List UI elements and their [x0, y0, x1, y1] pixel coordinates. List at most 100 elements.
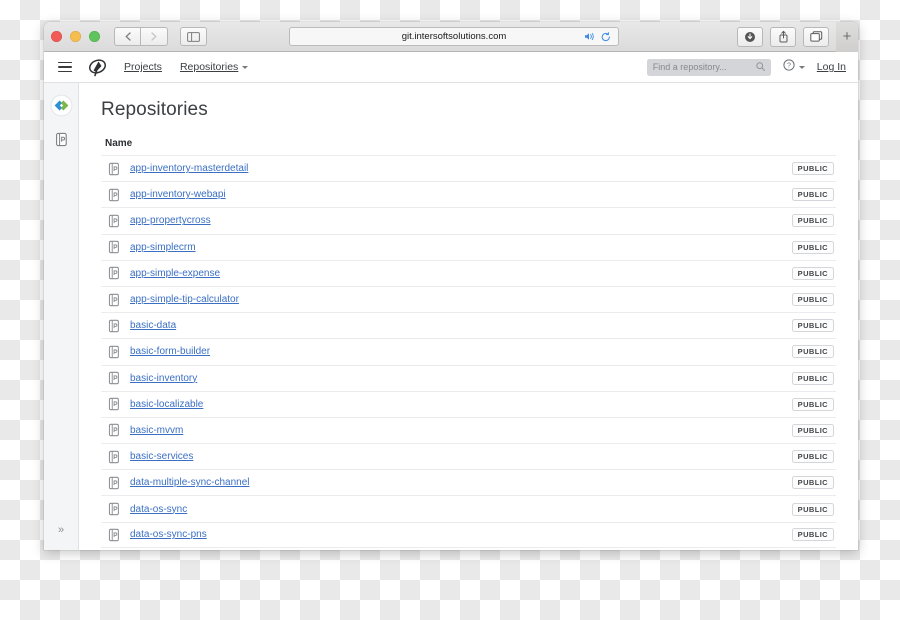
- table-row[interactable]: basic-localizable PUBLIC: [101, 390, 836, 417]
- browser-toolbar-right: +: [737, 22, 858, 52]
- repository-icon: [107, 345, 121, 359]
- code-chevrons-icon[interactable]: [48, 92, 74, 118]
- app-header-right: Find a repository... ? Log In: [646, 58, 846, 76]
- status-badge: PUBLIC: [791, 450, 834, 464]
- search-input-placeholder: Find a repository...: [652, 62, 727, 72]
- table-row[interactable]: data-os-sync PUBLIC: [101, 495, 836, 521]
- repository-link[interactable]: data-os-sync: [130, 504, 187, 515]
- table-row[interactable]: basic-mvvm PUBLIC: [101, 416, 836, 443]
- app-body: » Repositories Name app-inventory-master…: [44, 83, 858, 550]
- table-row[interactable]: data-multiple-sync-channel PUBLIC: [101, 469, 836, 495]
- address-bar-icons: [584, 28, 611, 45]
- navigation-buttons: [114, 27, 168, 46]
- address-bar[interactable]: git.intersoftsolutions.com: [289, 27, 619, 46]
- table-row[interactable]: basic-inventory PUBLIC: [101, 364, 836, 391]
- share-icon[interactable]: [770, 26, 796, 47]
- repository-icon: [107, 319, 121, 333]
- nav-link-projects-label: Projects: [124, 61, 162, 73]
- repository-icon: [107, 188, 121, 202]
- repository-icon: [107, 528, 121, 542]
- address-bar-wrapper: git.intersoftsolutions.com: [289, 27, 619, 46]
- table-row[interactable]: data-os-sync-pns PUBLIC: [101, 521, 836, 548]
- repository-link[interactable]: data-multiple-sync-channel: [130, 477, 250, 488]
- nav-link-repositories-label: Repositories: [179, 61, 239, 73]
- address-bar-url: git.intersoftsolutions.com: [401, 31, 507, 42]
- table-row[interactable]: basic-form-builder PUBLIC: [101, 338, 836, 364]
- nav-link-repositories[interactable]: Repositories: [179, 61, 249, 73]
- status-badge: PUBLIC: [791, 293, 834, 307]
- table-row[interactable]: basic-services PUBLIC: [101, 443, 836, 469]
- help-menu-button[interactable]: ?: [783, 58, 805, 76]
- repository-icon: [107, 450, 121, 464]
- status-badge: PUBLIC: [791, 345, 834, 359]
- repository-icon: [107, 240, 121, 254]
- repository-link[interactable]: app-inventory-webapi: [130, 189, 226, 200]
- repository-icon: [107, 371, 121, 385]
- table-row[interactable]: app-inventory-webapi PUBLIC: [101, 181, 836, 207]
- expand-sidebar-button[interactable]: »: [44, 524, 78, 536]
- repository-icon: [107, 423, 121, 437]
- repository-icon: [107, 502, 121, 516]
- repository-link[interactable]: basic-mvvm: [130, 425, 183, 436]
- search-icon: [756, 61, 765, 73]
- repository-icon: [107, 214, 121, 228]
- table-row[interactable]: app-inventory-masterdetail PUBLIC: [101, 155, 836, 181]
- repository-icon[interactable]: [48, 126, 74, 152]
- help-circle-icon: ?: [783, 58, 795, 76]
- table-row[interactable]: basic-data PUBLIC: [101, 312, 836, 338]
- table-row[interactable]: app-simple-expense PUBLIC: [101, 259, 836, 286]
- repository-list: app-inventory-masterdetail PUBLIC app-in…: [101, 155, 836, 548]
- table-row[interactable]: app-simple-tip-calculator PUBLIC: [101, 285, 836, 312]
- repository-icon: [107, 266, 121, 280]
- forward-button[interactable]: [141, 27, 168, 46]
- svg-text:?: ?: [787, 63, 791, 70]
- new-tab-button[interactable]: +: [836, 22, 858, 52]
- page-title: Repositories: [101, 99, 208, 120]
- search-input[interactable]: Find a repository...: [646, 58, 771, 76]
- status-badge: PUBLIC: [791, 502, 834, 516]
- status-badge: PUBLIC: [791, 528, 834, 542]
- reload-icon[interactable]: [601, 31, 611, 42]
- repository-icon: [107, 293, 121, 307]
- content-scrollbar[interactable]: [851, 83, 858, 550]
- repository-link[interactable]: data-os-sync-pns: [130, 529, 207, 540]
- status-badge: PUBLIC: [791, 240, 834, 254]
- repository-icon: [107, 476, 121, 490]
- repository-link[interactable]: basic-inventory: [130, 373, 197, 384]
- repository-link[interactable]: basic-data: [130, 320, 176, 331]
- log-in-button[interactable]: Log In: [817, 61, 846, 73]
- brand-logo-icon[interactable]: [86, 56, 108, 78]
- downloads-icon[interactable]: [737, 26, 763, 47]
- status-badge: PUBLIC: [791, 371, 834, 385]
- status-badge: PUBLIC: [791, 188, 834, 202]
- table-row[interactable]: app-propertycross PUBLIC: [101, 207, 836, 233]
- status-badge: PUBLIC: [791, 423, 834, 437]
- repository-link[interactable]: app-propertycross: [130, 215, 211, 226]
- repository-link[interactable]: basic-form-builder: [130, 346, 210, 357]
- nav-link-projects[interactable]: Projects: [124, 61, 162, 73]
- status-badge: PUBLIC: [791, 397, 834, 411]
- audio-playing-icon[interactable]: [584, 32, 595, 41]
- status-badge: PUBLIC: [791, 162, 834, 176]
- minimize-window-button[interactable]: [70, 31, 81, 42]
- window-controls: [51, 31, 100, 42]
- repository-link[interactable]: app-simple-expense: [130, 268, 220, 279]
- back-button[interactable]: [114, 27, 141, 46]
- repository-link[interactable]: app-simple-tip-calculator: [130, 294, 239, 305]
- sidebar-toggle-button[interactable]: [180, 27, 207, 46]
- close-window-button[interactable]: [51, 31, 62, 42]
- repository-link[interactable]: basic-localizable: [130, 399, 203, 410]
- status-badge: PUBLIC: [791, 319, 834, 333]
- repository-link[interactable]: basic-services: [130, 451, 193, 462]
- hamburger-menu-icon[interactable]: [58, 61, 72, 73]
- browser-window: git.intersoftsolutions.com + Projects Re…: [44, 22, 858, 550]
- status-badge: PUBLIC: [791, 476, 834, 490]
- repository-link[interactable]: app-simplecrm: [130, 242, 196, 253]
- tabs-icon[interactable]: [803, 26, 829, 47]
- column-header-name: Name: [105, 138, 133, 149]
- maximize-window-button[interactable]: [89, 31, 100, 42]
- table-row[interactable]: app-simplecrm PUBLIC: [101, 233, 836, 260]
- repository-link[interactable]: app-inventory-masterdetail: [130, 163, 248, 174]
- chevron-down-icon: [242, 65, 249, 69]
- left-rail-sidebar: »: [44, 83, 79, 550]
